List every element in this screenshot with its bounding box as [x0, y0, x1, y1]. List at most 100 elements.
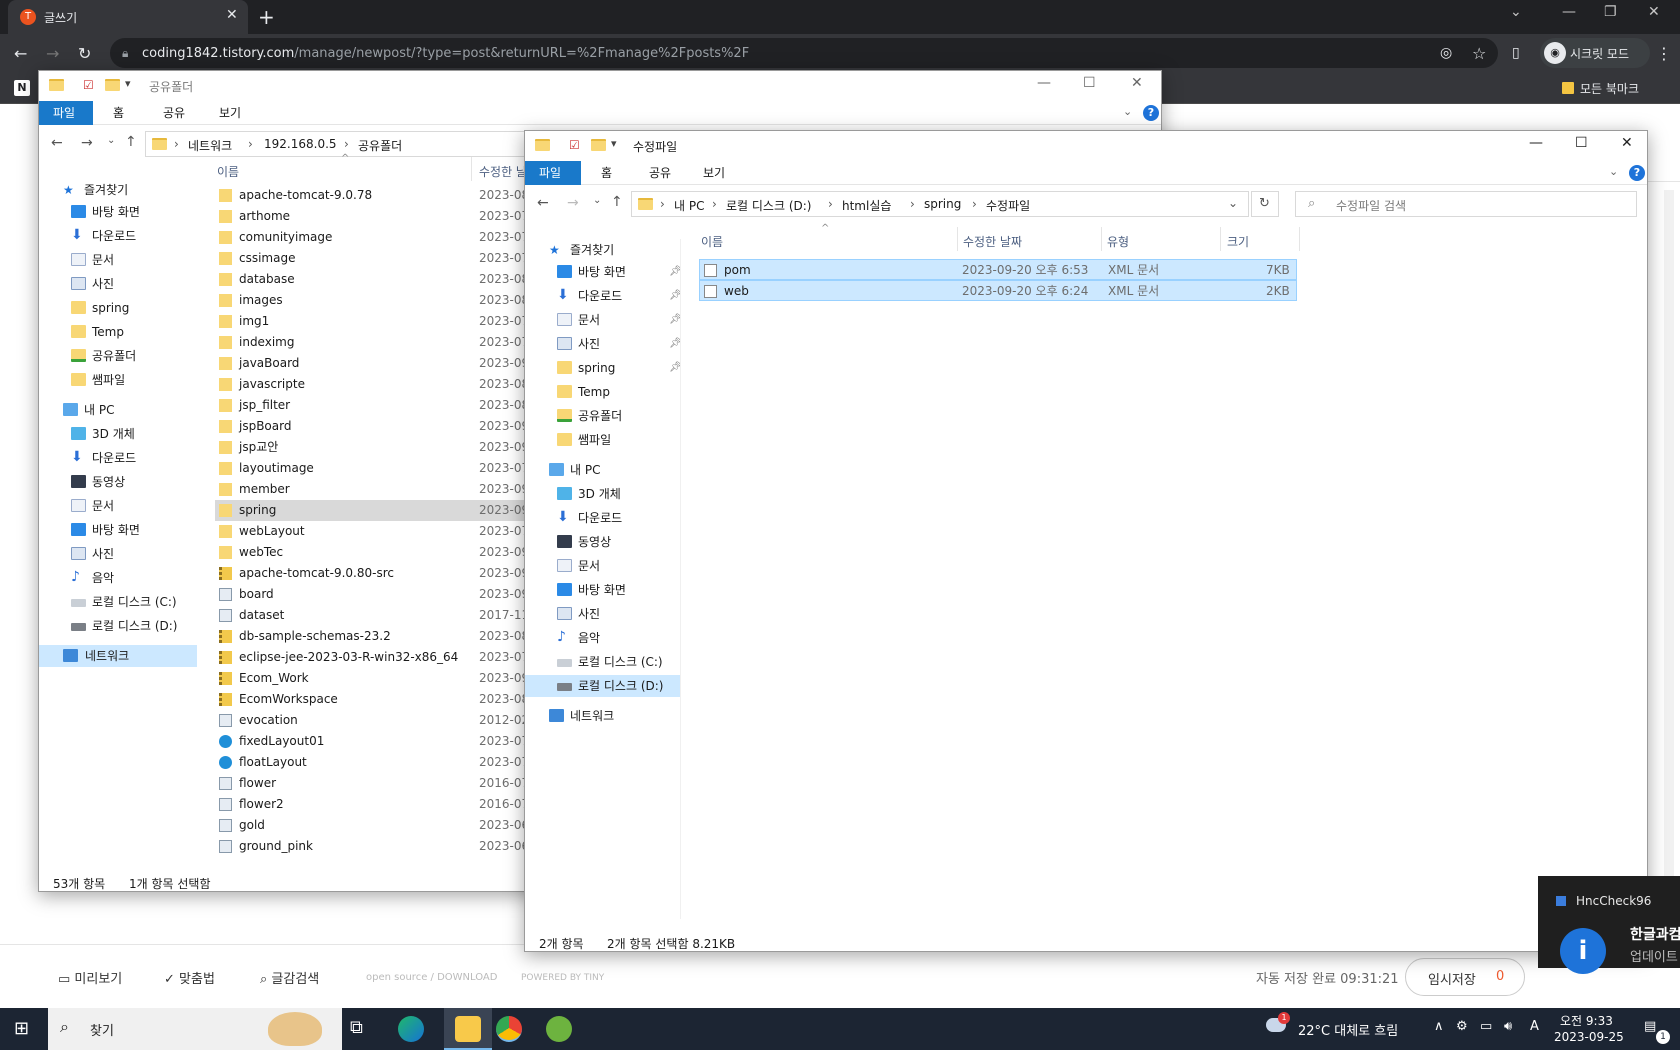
maximize-icon[interactable]: ☐ — [1575, 135, 1588, 151]
back-icon[interactable]: ← — [537, 195, 549, 211]
tab-view[interactable]: 보기 — [205, 101, 255, 125]
table-row[interactable]: db-sample-schemas-23.2 2023-08 — [215, 626, 555, 647]
ime-indicator[interactable]: A — [1530, 1019, 1539, 1034]
close-window-icon[interactable]: ✕ — [1648, 4, 1660, 20]
table-row[interactable]: fixedLayout01 2023-07 — [215, 731, 555, 752]
temp-save-button[interactable]: 임시저장 0 — [1405, 958, 1525, 996]
close-tab-icon[interactable]: ✕ — [226, 7, 238, 23]
breadcrumb-pc[interactable]: 내 PC — [674, 197, 704, 214]
new-folder-icon[interactable] — [105, 79, 120, 91]
column-date[interactable]: 수정한 날짜 — [963, 233, 1022, 250]
back-icon[interactable]: ← — [51, 135, 63, 151]
table-row[interactable]: comunityimage 2023-07 — [215, 227, 555, 248]
table-row[interactable]: evocation 2012-02 — [215, 710, 555, 731]
notification-center-icon[interactable]: ▤ — [1644, 1019, 1656, 1034]
tab-view[interactable]: 보기 — [689, 161, 739, 185]
maximize-icon[interactable]: ☐ — [1083, 75, 1096, 91]
network-tray-icon[interactable]: ▭ — [1480, 1019, 1492, 1034]
qat-dropdown-icon[interactable]: ▾ — [611, 137, 617, 150]
notification-toast[interactable]: HncCheck96 i 한글과컴퓨터 업데이트 — [1538, 876, 1680, 974]
minimize-icon[interactable]: — — [1037, 75, 1051, 91]
properties-icon[interactable]: ☑ — [569, 138, 580, 152]
table-row[interactable]: apache-tomcat-9.0.78 2023-08 — [215, 185, 555, 206]
up-icon[interactable]: ↑ — [125, 134, 137, 150]
table-row[interactable]: flower 2016-07 — [215, 773, 555, 794]
column-divider[interactable] — [957, 227, 958, 251]
tray-app-icon[interactable]: ⚙ — [1456, 1019, 1468, 1034]
task-view-icon[interactable]: ⧉ — [350, 1017, 363, 1038]
back-icon[interactable]: ← — [14, 44, 27, 63]
preview-button[interactable]: ▭ 미리보기 — [58, 968, 122, 987]
taskbar-search[interactable]: ⌕ 찾기 — [48, 1008, 342, 1050]
table-row[interactable]: database 2023-08 — [215, 269, 555, 290]
new-folder-icon[interactable] — [591, 139, 606, 151]
tab-home[interactable]: 홈 — [587, 161, 626, 185]
forward-icon[interactable]: → — [567, 195, 579, 211]
clock-time[interactable]: 오전 9:33 — [1560, 1012, 1613, 1029]
column-name[interactable]: 이름 — [217, 163, 239, 180]
incognito-badge[interactable]: ◉ 시크릿 모드 — [1540, 38, 1650, 68]
column-name[interactable]: 이름 — [701, 233, 723, 250]
table-row[interactable]: flower2 2016-07 — [215, 794, 555, 815]
table-row[interactable]: EcomWorkspace 2023-08 — [215, 689, 555, 710]
recent-dropdown-icon[interactable]: ⌄ — [107, 135, 115, 146]
tab-share[interactable]: 공유 — [149, 101, 199, 125]
close-icon[interactable]: ✕ — [1131, 75, 1143, 91]
table-row[interactable]: javaBoard 2023-09 — [215, 353, 555, 374]
lock-icon[interactable]: 🔒︎ — [122, 46, 128, 61]
material-search-button[interactable]: ⌕ 글감검색 — [260, 968, 319, 987]
weather-text[interactable]: 22°C 대체로 흐림 — [1298, 1020, 1398, 1039]
refresh-button[interactable]: ↻ — [1251, 191, 1279, 217]
column-date[interactable]: 수정한 날 — [479, 163, 527, 180]
expand-ribbon-icon[interactable]: ⌄ — [1609, 165, 1618, 178]
tray-chevron-icon[interactable]: ∧ — [1434, 1019, 1444, 1034]
edge-icon[interactable] — [398, 1016, 424, 1042]
table-row[interactable]: webTec 2023-09 — [215, 542, 555, 563]
table-row[interactable]: floatLayout 2023-07 — [215, 752, 555, 773]
spellcheck-button[interactable]: ✓ 맞춤법 — [164, 968, 215, 987]
properties-icon[interactable]: ☑ — [83, 78, 94, 92]
breadcrumb-spring[interactable]: spring — [924, 197, 961, 211]
table-row[interactable]: apache-tomcat-9.0.80-src 2023-09 — [215, 563, 555, 584]
table-row[interactable]: eclipse-jee-2023-03-R-win32-x86_64 2023-0… — [215, 647, 555, 668]
table-row[interactable]: arthome 2023-07 — [215, 206, 555, 227]
windows-start-icon[interactable]: ⊞ — [14, 1018, 29, 1039]
table-row[interactable]: images 2023-08 — [215, 290, 555, 311]
notion-icon[interactable]: N — [14, 80, 30, 96]
up-icon[interactable]: ↑ — [611, 194, 623, 210]
minimize-icon[interactable]: — — [1529, 135, 1543, 151]
tab-home[interactable]: 홈 — [99, 101, 138, 125]
table-row[interactable]: javascripte 2023-08 — [215, 374, 555, 395]
table-row[interactable]: Ecom_Work 2023-09 — [215, 668, 555, 689]
column-divider[interactable] — [1101, 227, 1102, 251]
breadcrumb-shared[interactable]: 공유폴더 — [358, 137, 402, 154]
help-icon[interactable]: ? — [1143, 105, 1159, 121]
table-row[interactable]: dataset 2017-11 — [215, 605, 555, 626]
side-panel-icon[interactable]: ▯ — [1512, 45, 1520, 61]
table-row[interactable]: indeximg 2023-07 — [215, 332, 555, 353]
recent-dropdown-icon[interactable]: ⌄ — [593, 195, 601, 206]
table-row[interactable]: web 2023-09-20 오후 6:24 XML 문서 2KB — [699, 280, 1297, 301]
address-breadcrumb[interactable]: › 네트워크 › 192.168.0.5 › 공유폴더 — [145, 131, 565, 157]
minimize-icon[interactable]: — — [1562, 4, 1576, 20]
column-size[interactable]: 크기 — [1227, 233, 1249, 250]
opensource-link[interactable]: open source / DOWNLOAD — [366, 972, 497, 983]
browser-menu-icon[interactable]: ⋮ — [1656, 44, 1672, 63]
tab-search-chevron-icon[interactable]: ⌄ — [1510, 4, 1522, 20]
spring-tools-icon[interactable] — [546, 1016, 572, 1042]
breadcrumb-ip[interactable]: 192.168.0.5 — [264, 137, 337, 151]
all-bookmarks-button[interactable]: 모든 북마크 — [1580, 80, 1639, 97]
tracking-blocked-icon[interactable]: ◎ — [1440, 45, 1452, 61]
nav-network[interactable]: 네트워크 — [39, 645, 197, 667]
chrome-icon[interactable] — [496, 1016, 522, 1042]
search-input[interactable]: ⌕ 수정파일 검색 — [1295, 191, 1637, 217]
forward-icon[interactable]: → — [46, 44, 59, 63]
column-divider[interactable] — [471, 157, 472, 181]
address-dropdown-icon[interactable]: ⌄ — [1228, 196, 1238, 210]
breadcrumb-modified[interactable]: 수정파일 — [986, 197, 1030, 214]
table-row[interactable]: gold 2023-06 — [215, 815, 555, 836]
table-row[interactable]: jspBoard 2023-09 — [215, 416, 555, 437]
help-icon[interactable]: ? — [1629, 165, 1645, 181]
column-divider[interactable] — [1299, 227, 1300, 251]
page-scrollbar[interactable] — [1664, 190, 1674, 930]
